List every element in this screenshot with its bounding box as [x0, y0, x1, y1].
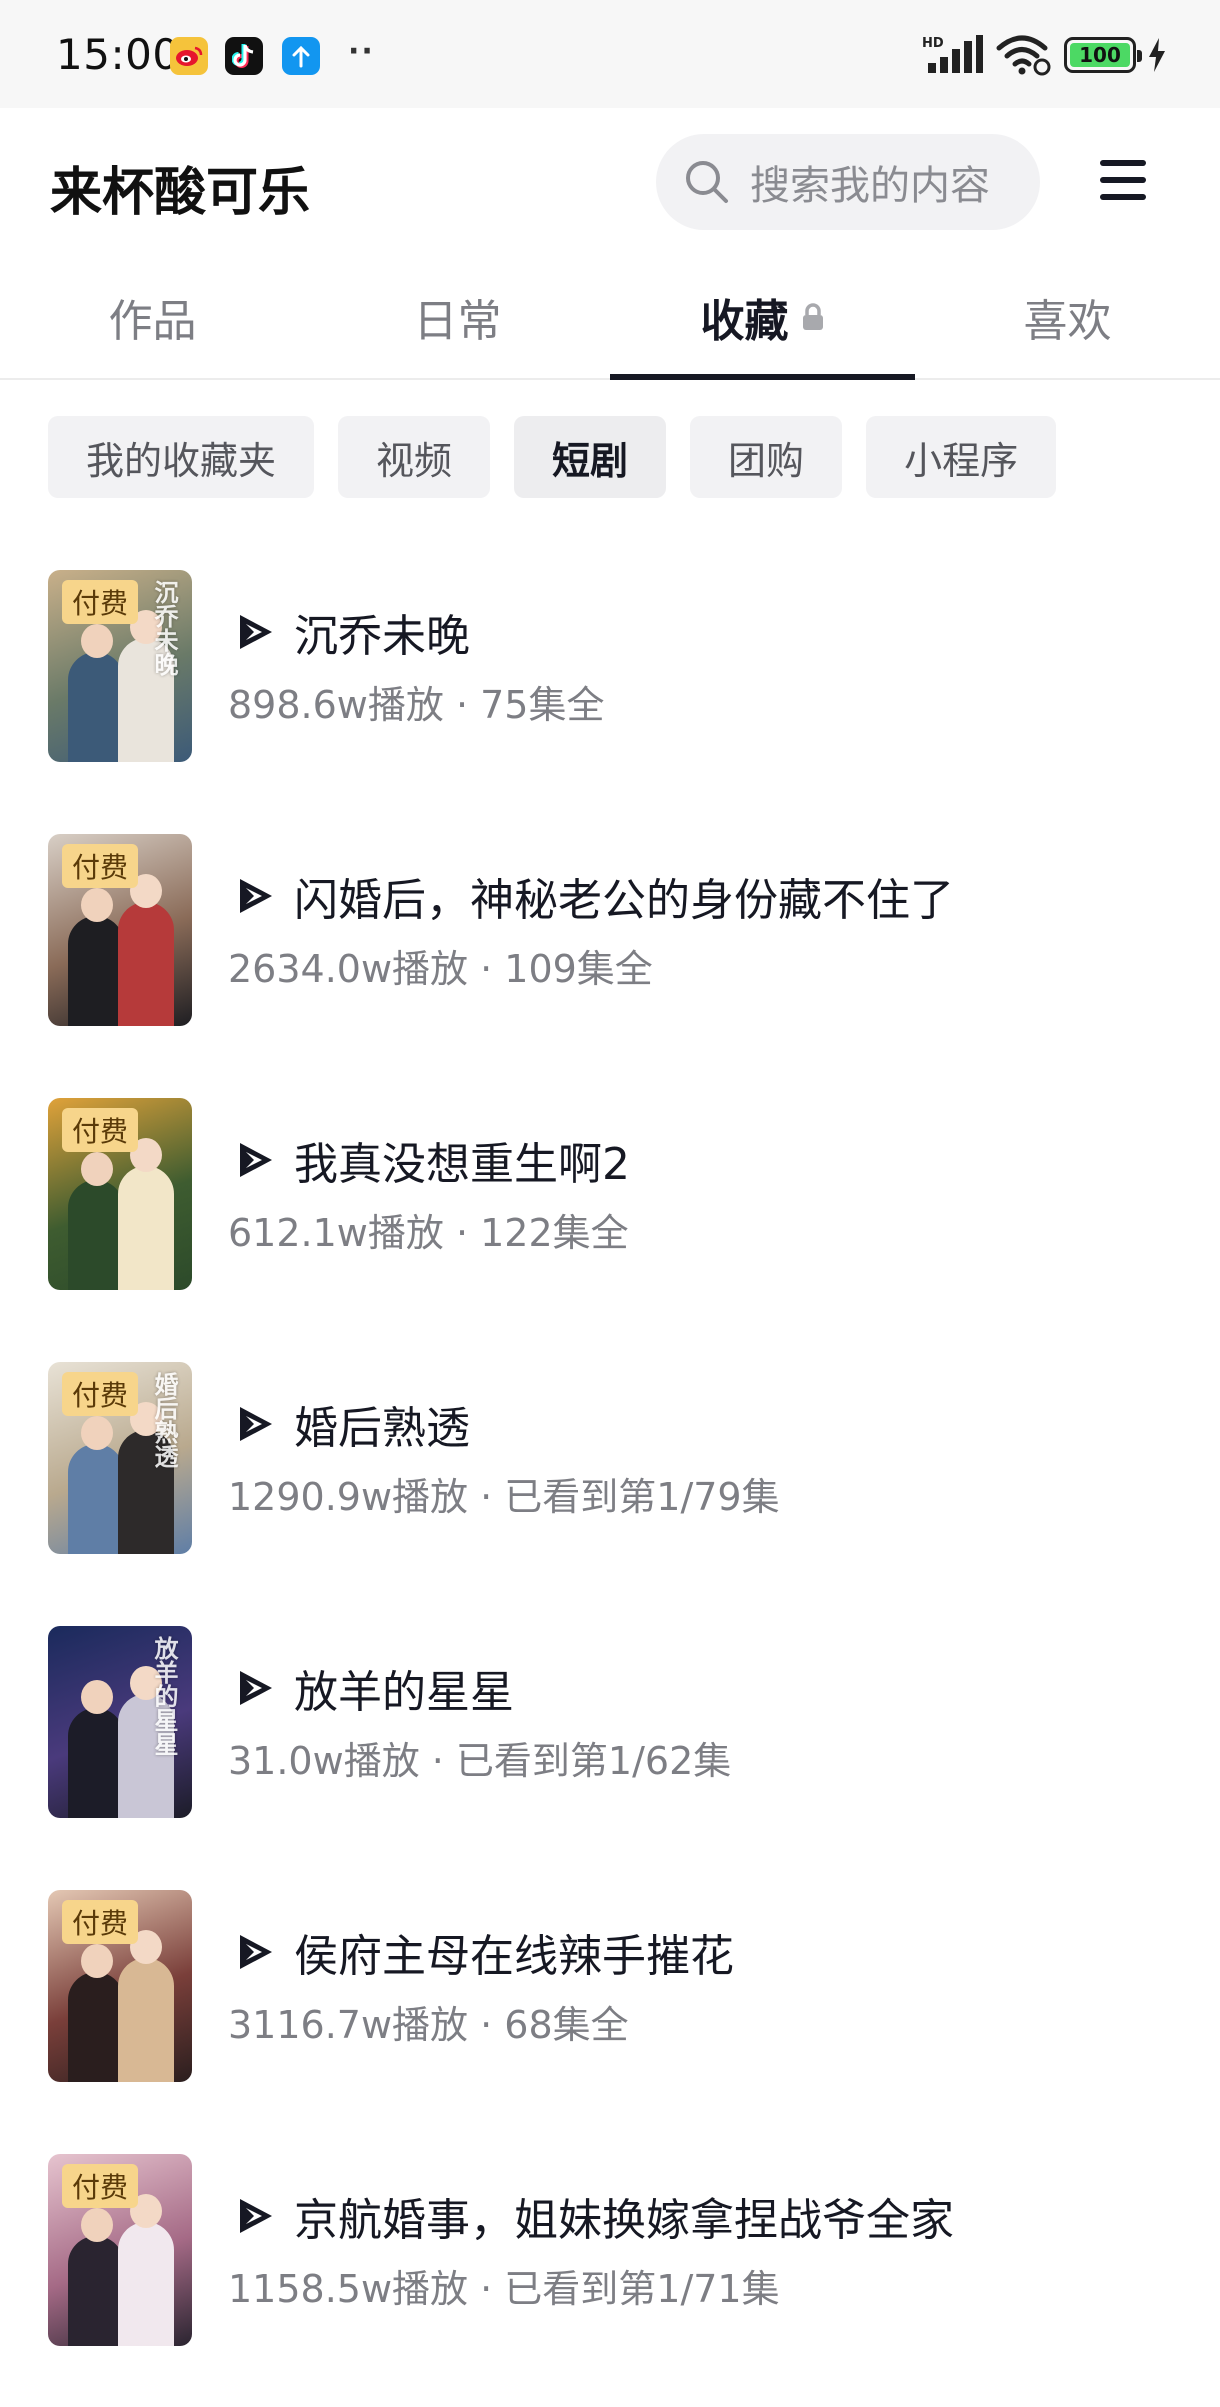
- chip-videos[interactable]: 视频: [338, 416, 491, 498]
- drama-meta: 31.0w播放 · 已看到第1/62集: [228, 1739, 732, 1783]
- profile-header: 来杯酸可乐 搜索我的内容: [0, 108, 1220, 256]
- list-item[interactable]: 婚后熟透 付费 婚后熟透 1290.9w播放 · 已看到第1/79集: [0, 1362, 1220, 1556]
- cover-title: 放羊的星星: [150, 1636, 178, 1756]
- search-placeholder: 搜索我的内容: [750, 163, 990, 209]
- drama-cover[interactable]: 放羊的星星: [48, 1626, 192, 1818]
- cover-art: [68, 1708, 124, 1818]
- battery-icon: 100: [1064, 37, 1142, 73]
- drama-cover[interactable]: 婚后熟透 付费: [48, 1362, 192, 1554]
- chip-mini-programs[interactable]: 小程序: [866, 416, 1057, 498]
- drama-meta: 612.1w播放 · 122集全: [228, 1211, 629, 1255]
- lock-icon: [802, 303, 823, 330]
- list-item[interactable]: 付费闪婚后，神秘老公的身份藏不住了 2634.0w播放 · 109集全: [0, 834, 1220, 1028]
- drama-title: 闪婚后，神秘老公的身份藏不住了: [294, 875, 954, 926]
- drama-cover[interactable]: 付费: [48, 2154, 192, 2346]
- drama-cover[interactable]: 沉乔未晚 付费: [48, 570, 192, 762]
- drama-title: 我真没想重生啊2: [294, 1139, 630, 1190]
- paid-badge: 付费: [62, 1900, 139, 1944]
- drama-title-row[interactable]: 侯府主母在线辣手摧花: [236, 1920, 734, 1984]
- cover-art: [81, 1944, 113, 1978]
- upload-app-icon: [282, 37, 320, 75]
- cover-art: [81, 888, 113, 922]
- tiktok-app-icon: [225, 37, 263, 75]
- paid-badge: 付费: [62, 2164, 139, 2208]
- paid-badge: 付费: [62, 1372, 139, 1416]
- paid-badge: 付费: [62, 844, 139, 888]
- drama-meta: 1290.9w播放 · 已看到第1/79集: [228, 1475, 780, 1519]
- short-drama-play-icon: [240, 615, 272, 649]
- drama-title: 沉乔未晚: [294, 611, 470, 662]
- short-drama-play-icon: [240, 879, 272, 913]
- drama-title: 侯府主母在线辣手摧花: [294, 1931, 734, 1982]
- list-item[interactable]: 放羊的星星 放羊的星星 31.0w播放 · 已看到第1/62集: [0, 1626, 1220, 1820]
- tab-favorites[interactable]: 收藏: [610, 256, 915, 380]
- short-drama-play-icon: [240, 2199, 272, 2233]
- cover-art: [68, 1444, 124, 1554]
- cover-art: [118, 1166, 174, 1290]
- cover-art: [118, 902, 174, 1026]
- svg-text:HD: HD: [922, 36, 944, 51]
- battery-level: 100: [1070, 43, 1130, 67]
- tab-daily[interactable]: 日常: [305, 256, 610, 378]
- cover-art: [81, 2208, 113, 2242]
- chip-short-dramas[interactable]: 短剧: [514, 416, 667, 498]
- cover-art: [81, 624, 113, 658]
- short-drama-play-icon: [240, 1143, 272, 1177]
- weibo-app-icon: [170, 37, 208, 75]
- cover-art: [81, 1416, 113, 1450]
- tab-likes[interactable]: 喜欢: [915, 256, 1220, 378]
- cover-art: [81, 1152, 113, 1186]
- profile-tabs: 作品 日常 收藏 喜欢: [0, 256, 1220, 380]
- cover-art: [118, 2222, 174, 2346]
- drama-meta: 2634.0w播放 · 109集全: [228, 947, 653, 991]
- drama-title: 放羊的星星: [294, 1667, 514, 1718]
- cover-title: 沉乔未晚: [150, 580, 178, 676]
- tab-works[interactable]: 作品: [0, 256, 305, 378]
- drama-title-row[interactable]: 闪婚后，神秘老公的身份藏不住了: [236, 864, 954, 928]
- drama-title-row[interactable]: 放羊的星星: [236, 1656, 514, 1720]
- list-item[interactable]: 沉乔未晚 付费 沉乔未晚 898.6w播放 · 75集全: [0, 570, 1220, 764]
- chip-group-buy[interactable]: 团购: [690, 416, 843, 498]
- cover-art: [68, 652, 124, 762]
- cover-title: 婚后熟透: [150, 1372, 178, 1468]
- cover-art: [68, 1180, 124, 1290]
- drama-title-row[interactable]: 沉乔未晚: [236, 600, 470, 664]
- cover-art: [68, 1972, 124, 2082]
- cover-art: [68, 916, 124, 1026]
- list-item[interactable]: 付费我真没想重生啊2 612.1w播放 · 122集全: [0, 1098, 1220, 1292]
- menu-icon[interactable]: [1100, 160, 1146, 200]
- search-box[interactable]: 搜索我的内容: [656, 134, 1040, 230]
- list-item[interactable]: 付费京航婚事，姐妹换嫁拿捏战爷全家 1158.5w播放 · 已看到第1/71集: [0, 2154, 1220, 2348]
- signal-icon: HD: [922, 35, 983, 73]
- list-item[interactable]: 付费侯府主母在线辣手摧花 3116.7w播放 · 68集全: [0, 1890, 1220, 2084]
- drama-cover[interactable]: 付费: [48, 1890, 192, 2082]
- more-notifications-icon: ··: [348, 34, 375, 69]
- drama-meta: 1158.5w播放 · 已看到第1/71集: [228, 2267, 780, 2311]
- filter-chips: 我的收藏夹 视频 短剧 团购 小程序: [48, 416, 1057, 498]
- status-bar: 15:00 ·· HD 100: [0, 0, 1220, 108]
- status-time: 15:00: [56, 30, 180, 79]
- drama-cover[interactable]: 付费: [48, 834, 192, 1026]
- drama-title: 京航婚事，姐妹换嫁拿捏战爷全家: [294, 2195, 954, 2246]
- paid-badge: 付费: [62, 580, 139, 624]
- chip-my-folders[interactable]: 我的收藏夹: [48, 416, 315, 498]
- search-icon: [686, 161, 728, 203]
- cover-art: [68, 2236, 124, 2346]
- drama-cover[interactable]: 付费: [48, 1098, 192, 1290]
- paid-badge: 付费: [62, 1108, 139, 1152]
- cover-art: [81, 1680, 113, 1714]
- short-drama-play-icon: [240, 1671, 272, 1705]
- cover-art: [118, 1958, 174, 2082]
- drama-title-row[interactable]: 我真没想重生啊2: [236, 1128, 630, 1192]
- drama-title: 婚后熟透: [294, 1403, 470, 1454]
- profile-name: 来杯酸可乐: [50, 163, 311, 223]
- drama-meta: 898.6w播放 · 75集全: [228, 683, 605, 727]
- charging-icon: [1149, 38, 1165, 72]
- wifi-icon: [996, 35, 1051, 76]
- short-drama-play-icon: [240, 1935, 272, 1969]
- drama-title-row[interactable]: 京航婚事，姐妹换嫁拿捏战爷全家: [236, 2184, 954, 2248]
- drama-title-row[interactable]: 婚后熟透: [236, 1392, 470, 1456]
- short-drama-play-icon: [240, 1407, 272, 1441]
- drama-meta: 3116.7w播放 · 68集全: [228, 2003, 629, 2047]
